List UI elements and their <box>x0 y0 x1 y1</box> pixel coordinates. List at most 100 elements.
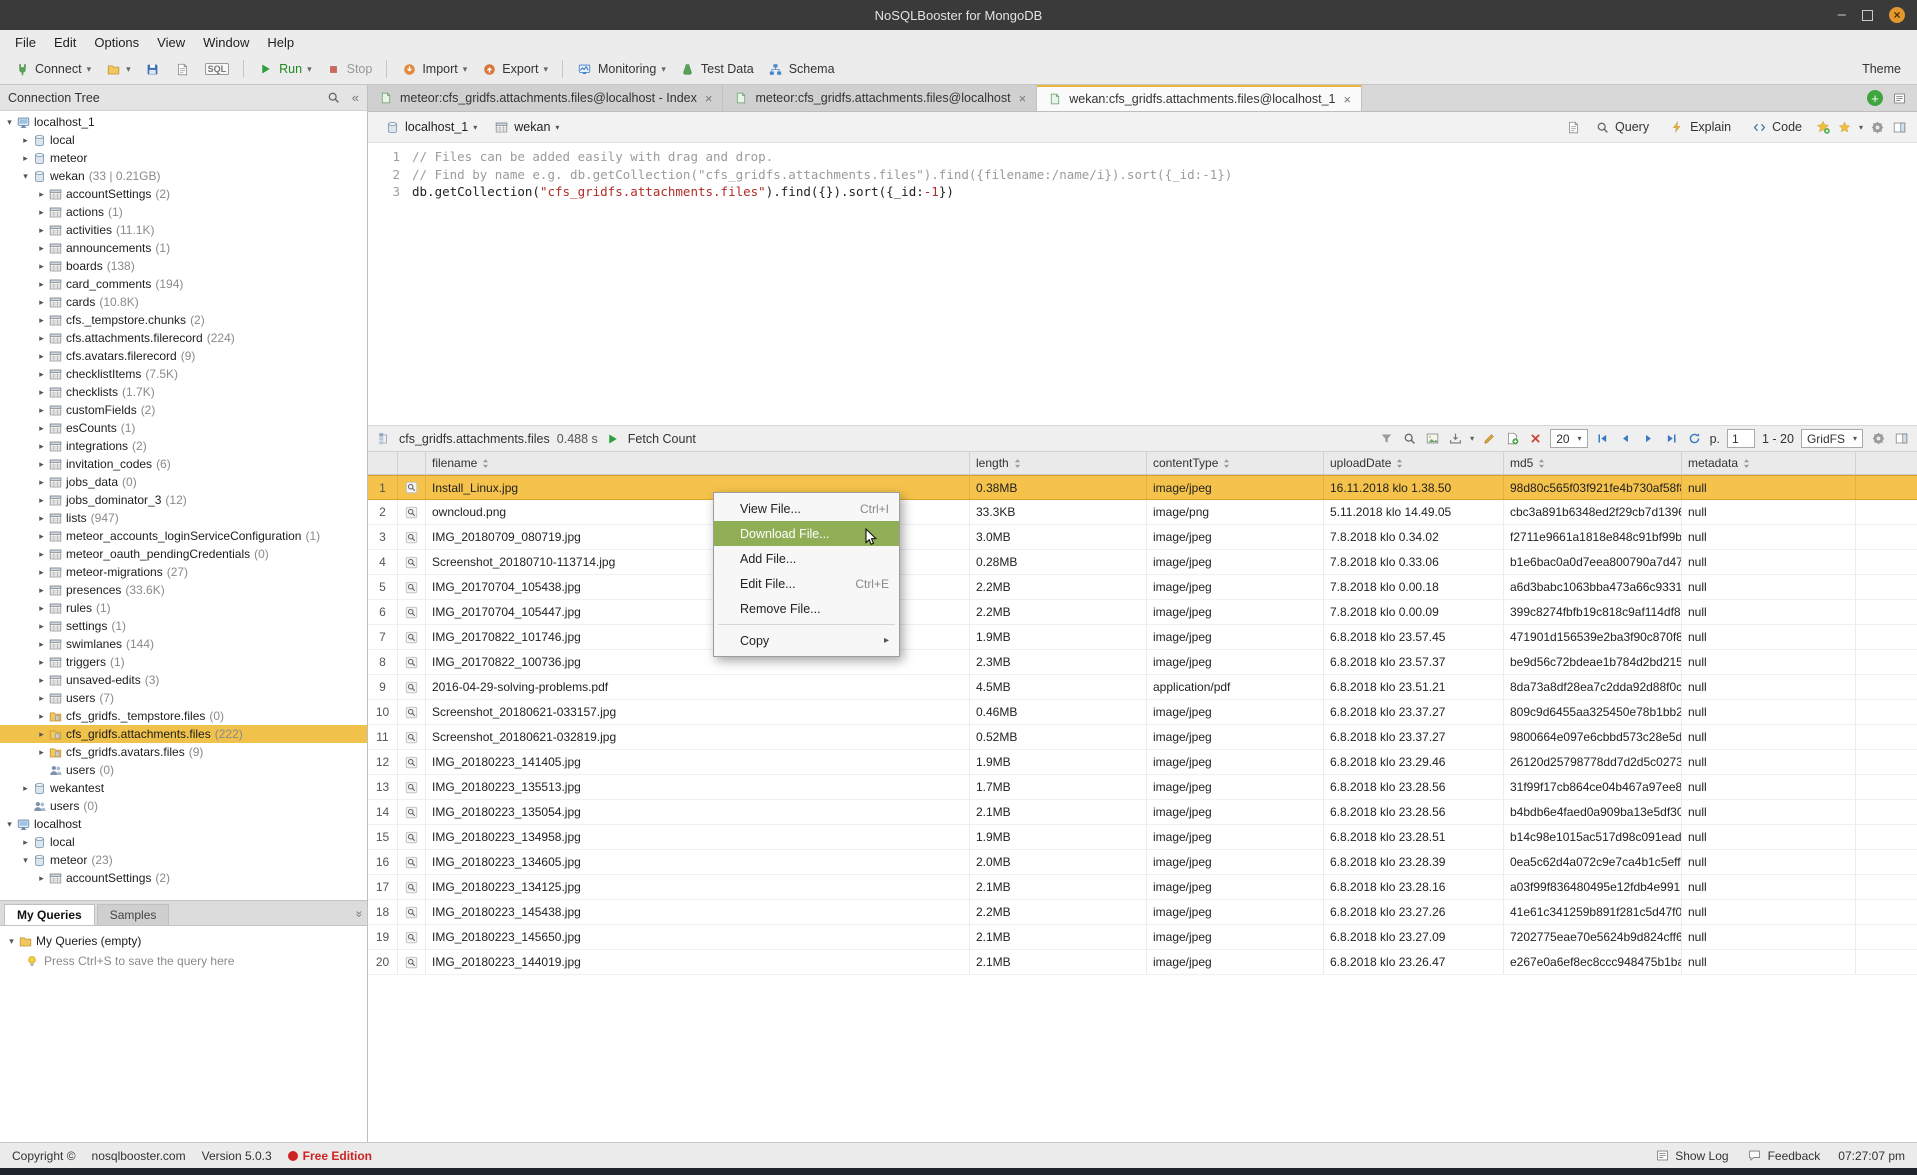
tree-item-cfs-gridfs-avatars-files[interactable]: ▸cfs_gridfs.avatars.files(9) <box>0 743 367 761</box>
column-header-contentType[interactable]: contentType <box>1147 452 1324 474</box>
fetch-count-button[interactable]: Fetch Count <box>628 432 696 446</box>
view-file-icon[interactable] <box>404 554 420 570</box>
view-file-icon[interactable] <box>404 754 420 770</box>
view-file-icon[interactable] <box>404 604 420 620</box>
new-tab-button[interactable]: + <box>1867 90 1883 106</box>
tree-expand-icon[interactable]: ▸ <box>36 459 47 470</box>
tree-expand-icon[interactable]: ▸ <box>20 837 31 848</box>
column-header-length[interactable]: length <box>970 452 1147 474</box>
context-menu-item-copy[interactable]: Copy▸ <box>714 628 899 653</box>
tree-collapse-icon[interactable]: ▾ <box>20 171 31 182</box>
table-row-14[interactable]: 14IMG_20180223_135054.jpg2.1MBimage/jpeg… <box>368 800 1917 825</box>
query-builder-button[interactable]: Query <box>1587 116 1656 138</box>
tree-item-users[interactable]: users(0) <box>0 797 367 815</box>
view-file-icon[interactable] <box>404 779 420 795</box>
theme-button[interactable]: Theme <box>1854 59 1909 79</box>
tree-item-wekantest[interactable]: ▸wekantest <box>0 779 367 797</box>
prev-page-icon[interactable] <box>1618 431 1634 447</box>
page-number-input[interactable]: 1 <box>1727 429 1755 448</box>
next-page-icon[interactable] <box>1641 431 1657 447</box>
tree-item-rules[interactable]: ▸rules(1) <box>0 599 367 617</box>
run-button[interactable]: Run▾ <box>252 58 317 80</box>
view-file-icon[interactable] <box>404 954 420 970</box>
collapse-sidebar-icon[interactable]: « <box>352 90 359 105</box>
tree-item-cfs-tempstore-chunks[interactable]: ▸cfs._tempstore.chunks(2) <box>0 311 367 329</box>
table-row-15[interactable]: 15IMG_20180223_134958.jpg1.9MBimage/jpeg… <box>368 825 1917 850</box>
open-file-button[interactable]: ▾ <box>99 58 137 80</box>
stop-button[interactable]: Stop <box>320 58 379 80</box>
view-file-icon[interactable] <box>404 879 420 895</box>
test-data-button[interactable]: Test Data <box>674 58 760 80</box>
view-file-icon[interactable] <box>404 654 420 670</box>
schema-button[interactable]: Schema <box>762 58 841 80</box>
sql-window-button[interactable] <box>169 58 197 80</box>
tree-item-integrations[interactable]: ▸integrations(2) <box>0 437 367 455</box>
table-row-3[interactable]: 3IMG_20180709_080719.jpg3.0MBimage/jpeg7… <box>368 525 1917 550</box>
context-menu-item-edit-file[interactable]: Edit File...Ctrl+E <box>714 571 899 596</box>
tree-expand-icon[interactable]: ▸ <box>36 477 47 488</box>
tree-expand-icon[interactable]: ▸ <box>36 225 47 236</box>
tree-item-checklistitems[interactable]: ▸checklistItems(7.5K) <box>0 365 367 383</box>
view-file-icon[interactable] <box>404 929 420 945</box>
add-document-icon[interactable] <box>1504 431 1520 447</box>
tree-expand-icon[interactable]: ▸ <box>36 531 47 542</box>
tree-expand-icon[interactable]: ▸ <box>20 153 31 164</box>
view-file-icon[interactable] <box>404 729 420 745</box>
sql-mode-button[interactable]: SQL <box>199 60 236 78</box>
tree-item-triggers[interactable]: ▸triggers(1) <box>0 653 367 671</box>
tree-item-users[interactable]: ▸users(7) <box>0 689 367 707</box>
tree-expand-icon[interactable]: ▸ <box>36 387 47 398</box>
tree-item-meteor[interactable]: ▸meteor <box>0 149 367 167</box>
tree-expand-icon[interactable]: ▸ <box>36 675 47 686</box>
favorites-icon[interactable] <box>1837 119 1853 135</box>
table-row-4[interactable]: 4Screenshot_20180710-113714.jpg0.28MBima… <box>368 550 1917 575</box>
shell-icon[interactable] <box>1565 119 1581 135</box>
database-selector[interactable]: wekan ▾ <box>487 116 565 138</box>
minimize-button[interactable]: – <box>1838 10 1846 20</box>
editor-tab-2[interactable]: meteor:cfs_gridfs.attachments.files@loca… <box>723 85 1037 111</box>
view-file-icon[interactable] <box>404 529 420 545</box>
table-row-2[interactable]: 2owncloud.png33.3KBimage/png5.11.2018 kl… <box>368 500 1917 525</box>
tree-item-localhost-1[interactable]: ▾localhost_1 <box>0 113 367 131</box>
tree-item-presences[interactable]: ▸presences(33.6K) <box>0 581 367 599</box>
view-mode-select[interactable]: GridFS ▾ <box>1801 429 1863 448</box>
tree-expand-icon[interactable]: ▸ <box>36 729 47 740</box>
tree-item-accountsettings[interactable]: ▸accountSettings(2) <box>0 185 367 203</box>
table-row-8[interactable]: 8IMG_20170822_100736.jpg2.3MBimage/jpeg6… <box>368 650 1917 675</box>
tree-expand-icon[interactable]: ▸ <box>36 279 47 290</box>
tree-expand-icon[interactable]: ▸ <box>36 873 47 884</box>
tree-item-cfs-gridfs-attachments-files[interactable]: ▸cfs_gridfs.attachments.files(222) <box>0 725 367 743</box>
tree-item-swimlanes[interactable]: ▸swimlanes(144) <box>0 635 367 653</box>
tree-item-unsaved-edits[interactable]: ▸unsaved-edits(3) <box>0 671 367 689</box>
settings-icon[interactable] <box>1870 431 1886 447</box>
table-row-19[interactable]: 19IMG_20180223_145650.jpg2.1MBimage/jpeg… <box>368 925 1917 950</box>
tab-close-icon[interactable]: × <box>1019 91 1027 106</box>
delete-document-icon[interactable] <box>1527 431 1543 447</box>
view-file-icon[interactable] <box>404 904 420 920</box>
tree-item-local[interactable]: ▸local <box>0 131 367 149</box>
view-file-icon[interactable] <box>404 504 420 520</box>
tree-item-invitation-codes[interactable]: ▸invitation_codes(6) <box>0 455 367 473</box>
menu-item-help[interactable]: Help <box>258 32 303 53</box>
editor-tab-1[interactable]: meteor:cfs_gridfs.attachments.files@loca… <box>368 85 723 111</box>
layout-panel-icon[interactable] <box>1891 119 1907 135</box>
queries-tab-my-queries[interactable]: My Queries <box>4 904 95 925</box>
queries-more-icon[interactable]: » <box>349 911 367 922</box>
server-selector[interactable]: localhost_1 ▾ <box>378 116 483 138</box>
maximize-panel-icon[interactable] <box>1893 431 1909 447</box>
gear-icon[interactable] <box>1869 119 1885 135</box>
explain-button[interactable]: Explain <box>1662 116 1738 138</box>
tree-expand-icon[interactable]: ▸ <box>36 405 47 416</box>
tree-expand-icon[interactable]: ▸ <box>36 441 47 452</box>
tab-close-icon[interactable]: × <box>705 91 713 106</box>
tree-expand-icon[interactable]: ▸ <box>36 513 47 524</box>
tree-item-customfields[interactable]: ▸customFields(2) <box>0 401 367 419</box>
close-window-button[interactable]: × <box>1889 7 1905 23</box>
tree-expand-icon[interactable]: ▸ <box>36 315 47 326</box>
table-row-13[interactable]: 13IMG_20180223_135513.jpg1.7MBimage/jpeg… <box>368 775 1917 800</box>
tab-close-icon[interactable]: × <box>1344 92 1352 107</box>
tree-expand-icon[interactable]: ▸ <box>36 243 47 254</box>
tree-collapse-icon[interactable]: ▾ <box>4 117 15 128</box>
view-file-icon[interactable] <box>404 629 420 645</box>
tree-item-lists[interactable]: ▸lists(947) <box>0 509 367 527</box>
